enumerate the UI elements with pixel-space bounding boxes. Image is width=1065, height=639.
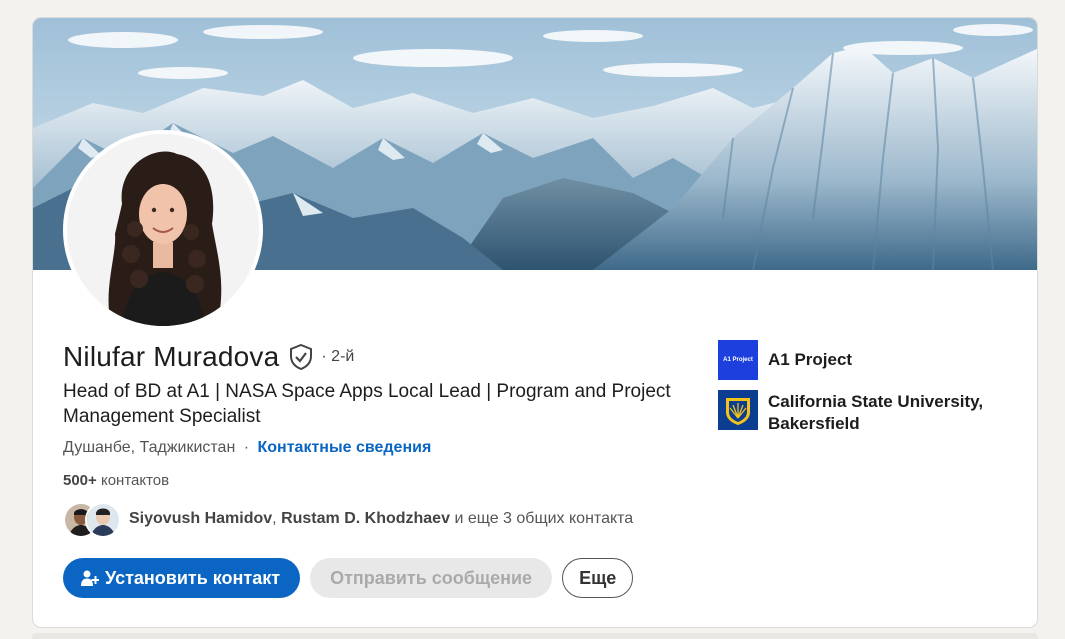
a1-project-logo: A1 Project xyxy=(718,340,758,380)
more-button[interactable]: Еще xyxy=(562,558,634,598)
profile-actions: Установить контакт Отправить сообщение Е… xyxy=(63,558,634,598)
next-card-edge xyxy=(32,633,1038,639)
profile-card: Nilufar Muradova · 2-й Head of BD at A1 … xyxy=(32,17,1038,628)
connections-count-row[interactable]: 500+ контактов xyxy=(63,472,169,489)
mutual-person-1[interactable]: Siyovush Hamidov xyxy=(129,510,272,528)
csub-logo xyxy=(718,390,758,430)
contact-info-link[interactable]: Контактные сведения xyxy=(258,439,432,456)
mutual-avatar-2 xyxy=(85,502,121,538)
mutual-separator: , xyxy=(272,510,277,527)
message-button[interactable]: Отправить сообщение xyxy=(310,558,553,598)
location-text: Душанбе, Таджикистан xyxy=(63,439,236,456)
mutual-person-2[interactable]: Rustam D. Khodzhaev xyxy=(281,510,450,528)
connection-degree: · 2-й xyxy=(321,348,355,365)
company-name: A1 Project xyxy=(768,350,853,369)
verified-shield-icon[interactable] xyxy=(289,343,313,371)
school-name: California State University, Bakersfield xyxy=(768,392,984,433)
location-row: Душанбе, Таджикистан · Контактные сведен… xyxy=(63,439,431,457)
current-company[interactable]: A1 Project A1 Project xyxy=(718,340,1018,380)
profile-name: Nilufar Muradova xyxy=(63,341,280,372)
profile-photo-frame[interactable] xyxy=(63,130,263,330)
profile-photo[interactable] xyxy=(67,134,259,326)
connect-button-label: Установить контакт xyxy=(105,567,281,588)
mutual-suffix: и еще 3 общих контакта xyxy=(454,510,634,527)
connections-count: 500+ xyxy=(63,472,97,489)
connect-button[interactable]: Установить контакт xyxy=(63,558,301,598)
mutual-avatars xyxy=(63,502,121,538)
profile-side-info: A1 Project A1 Project California State U… xyxy=(718,340,1018,445)
profile-name-row: Nilufar Muradova · 2-й xyxy=(63,341,354,373)
mutual-connections-row[interactable]: Siyovush Hamidov, Rustam D. Khodzhaev и … xyxy=(63,502,634,538)
education-school[interactable]: California State University, Bakersfield xyxy=(718,390,1018,435)
connections-label: контактов xyxy=(100,472,170,489)
profile-headline: Head of BD at A1 | NASA Space Apps Local… xyxy=(63,381,671,427)
add-person-icon xyxy=(81,569,100,587)
location-separator: · xyxy=(243,439,250,456)
